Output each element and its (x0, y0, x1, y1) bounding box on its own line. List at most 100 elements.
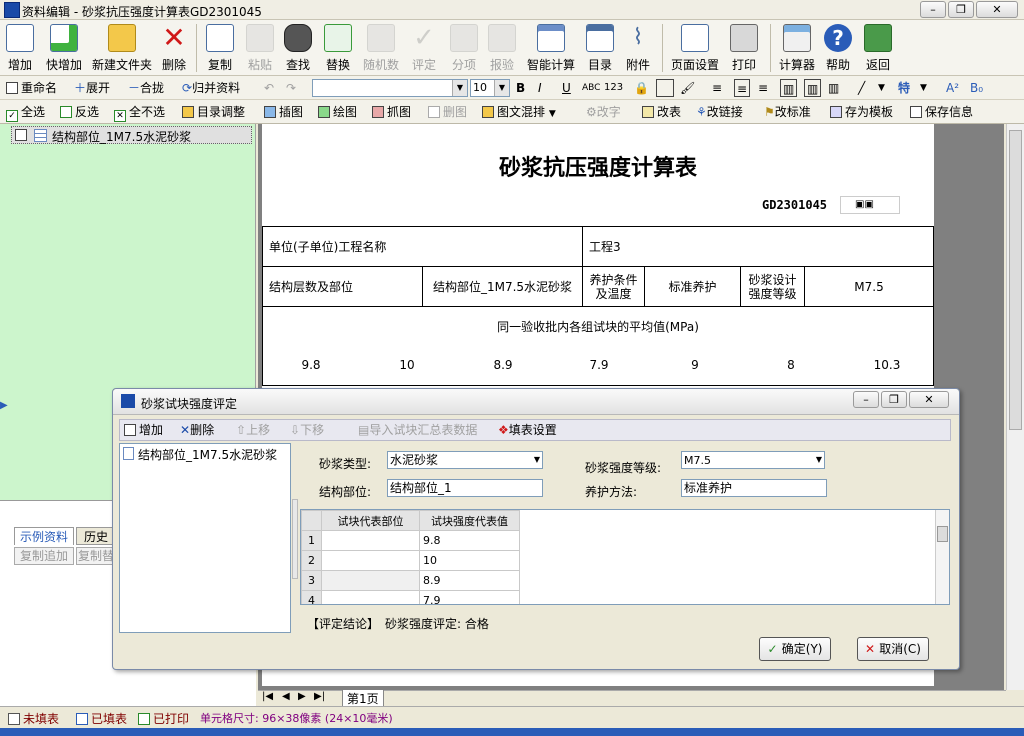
special-char-icon[interactable]: 特 (898, 79, 910, 97)
grade-value[interactable]: M7.5 (804, 266, 934, 307)
first-page-icon[interactable]: |◀ (262, 691, 273, 702)
cure-method-input[interactable]: 标准养护 (681, 479, 827, 497)
move-up-button[interactable]: ⇧上移 (236, 421, 270, 439)
minimize-button[interactable]: – (920, 1, 946, 18)
line-icon[interactable]: ╱ (858, 79, 865, 97)
new-folder-button[interactable]: 新建文件夹 (90, 22, 154, 74)
restore-button[interactable]: ❐ (948, 1, 974, 18)
copy-button[interactable]: 复制 (204, 22, 236, 74)
report-button[interactable]: 报验 (486, 22, 518, 74)
scroll-thumb[interactable] (1009, 130, 1022, 430)
copy-append-button[interactable]: 复制追加 (14, 547, 74, 565)
dialog-close-button[interactable]: ✕ (909, 391, 949, 408)
average-value-cell[interactable]: 10.3 (839, 358, 935, 372)
underline-button[interactable]: U (562, 79, 571, 97)
align-left-icon[interactable]: ≡ (712, 79, 722, 97)
dialog-minimize-button[interactable]: – (853, 391, 879, 408)
tree-checkbox[interactable] (15, 129, 27, 141)
mortar-type-select[interactable]: 水泥砂浆 ▼ (387, 451, 543, 469)
capture-button[interactable]: 抓图 (372, 103, 411, 121)
invert-selection-button[interactable]: 反选 (60, 103, 99, 121)
font-name-select[interactable]: ▼ (312, 79, 468, 97)
align-right-icon[interactable]: ≡ (758, 79, 768, 97)
select-all-button[interactable]: ✓ 全选 (6, 103, 45, 122)
chevron-down-icon[interactable]: ▼ (878, 79, 885, 97)
catalog-adjust-button[interactable]: 目录调整 (182, 103, 245, 121)
quick-add-button[interactable]: 快增加 (42, 22, 86, 74)
draw-button[interactable]: 绘图 (318, 103, 357, 121)
dialog-maximize-button[interactable]: ❐ (881, 391, 907, 408)
grid-scrollbar[interactable] (935, 510, 949, 604)
collapse-button[interactable]: －合拢 (128, 79, 164, 97)
ok-button[interactable]: ✓ 确定(Y) (759, 637, 831, 661)
tab-sample[interactable]: 示例资料 (14, 527, 74, 545)
print-button[interactable]: 打印 (728, 22, 760, 74)
strikethrough-button[interactable]: ABC (582, 79, 600, 97)
find-button[interactable]: 查找 (282, 22, 314, 74)
help-button[interactable]: ? 帮助 (822, 22, 854, 74)
insert-image-button[interactable]: 插图 (264, 103, 303, 121)
chevron-down-icon[interactable]: ▼ (920, 79, 927, 97)
rename-button[interactable]: 重命名 (6, 79, 57, 97)
evaluate-button[interactable]: ✓ 评定 (408, 22, 440, 74)
grade-select[interactable]: M7.5 ▼ (681, 451, 825, 469)
average-value-cell[interactable]: 9.8 (263, 358, 359, 372)
change-standard-button[interactable]: ⚑改标准 (764, 103, 811, 121)
lock-icon[interactable]: 🔒 (634, 79, 649, 97)
splitter-arrow-icon[interactable]: ▶ (0, 400, 10, 430)
redo-button[interactable]: ↷ (286, 79, 296, 97)
cancel-button[interactable]: ✕ 取消(C) (857, 637, 929, 661)
average-value-cell[interactable]: 9 (647, 358, 743, 372)
select-none-button[interactable]: ✕ 全不选 (114, 103, 165, 122)
delete-button[interactable]: ✕ 删除 (158, 22, 190, 74)
superscript-icon[interactable]: A² (946, 79, 959, 97)
columns-icon[interactable]: ▥ (828, 79, 839, 97)
value-cell[interactable]: 9.8 (419, 530, 520, 551)
dialog-add-button[interactable]: 增加 (124, 421, 163, 439)
valign-icon[interactable]: ▥ (780, 79, 798, 97)
smart-calc-button[interactable]: 智能计算 (524, 22, 578, 74)
project-value[interactable]: 工程3 (582, 226, 934, 267)
undo-button[interactable]: ↶ (264, 79, 274, 97)
struct-value[interactable]: 结构部位_1M7.5水泥砂浆 (422, 266, 583, 307)
catalog-button[interactable]: 目录 (584, 22, 616, 74)
dialog-tree-item[interactable]: 结构部位_1M7.5水泥砂浆 (138, 446, 277, 463)
part-cell[interactable] (321, 550, 420, 571)
merge-button[interactable]: ⟳归并资料 (182, 79, 240, 97)
page-setup-button[interactable]: 页面设置 (668, 22, 722, 74)
value-cell[interactable]: 10 (419, 550, 520, 571)
cure-value[interactable]: 标准养护 (644, 266, 741, 307)
text-mix-button[interactable]: 图文混排 ▼ (482, 103, 556, 121)
copy-replace-button[interactable]: 复制替 (76, 547, 116, 565)
last-page-icon[interactable]: ▶| (314, 691, 325, 702)
grid-scroll-thumb[interactable] (937, 526, 948, 542)
number-format-button[interactable]: 123 (604, 79, 623, 97)
format-brush-icon[interactable]: 🖌 (680, 79, 695, 97)
average-value-cell[interactable]: 7.9 (551, 358, 647, 372)
subscript-icon[interactable]: B₀ (970, 79, 983, 97)
change-font-button[interactable]: ⚙改字 (586, 103, 621, 121)
next-page-icon[interactable]: ▶ (298, 691, 306, 702)
part-cell[interactable] (321, 570, 420, 591)
font-size-select[interactable]: 10 ▼ (470, 79, 510, 97)
dialog-delete-button[interactable]: ✕删除 (180, 421, 214, 439)
close-button[interactable]: ✕ (976, 1, 1018, 18)
average-value-cell[interactable]: 10 (359, 358, 455, 372)
tree-item[interactable]: 结构部位_1M7.5水泥砂浆 (11, 126, 252, 144)
average-value-cell[interactable]: 8.9 (455, 358, 551, 372)
paste-button[interactable]: 粘贴 (244, 22, 276, 74)
panel-splitter[interactable] (292, 499, 298, 579)
change-table-button[interactable]: 改表 (642, 103, 681, 121)
move-down-button[interactable]: ⇩下移 (290, 421, 324, 439)
average-value-cell[interactable]: 8 (743, 358, 839, 372)
calculator-button[interactable]: 计算器 (776, 22, 818, 74)
value-cell[interactable]: 7.9 (419, 590, 520, 604)
part-cell[interactable] (321, 590, 420, 604)
delete-image-button[interactable]: 删图 (428, 103, 467, 121)
save-info-button[interactable]: 保存信息 (910, 103, 973, 121)
italic-button[interactable]: I (538, 79, 542, 97)
struct-part-input[interactable]: 结构部位_1 (387, 479, 543, 497)
return-button[interactable]: 返回 (862, 22, 894, 74)
attachment-button[interactable]: ⌇ 附件 (622, 22, 654, 74)
save-template-button[interactable]: 存为模板 (830, 103, 893, 121)
